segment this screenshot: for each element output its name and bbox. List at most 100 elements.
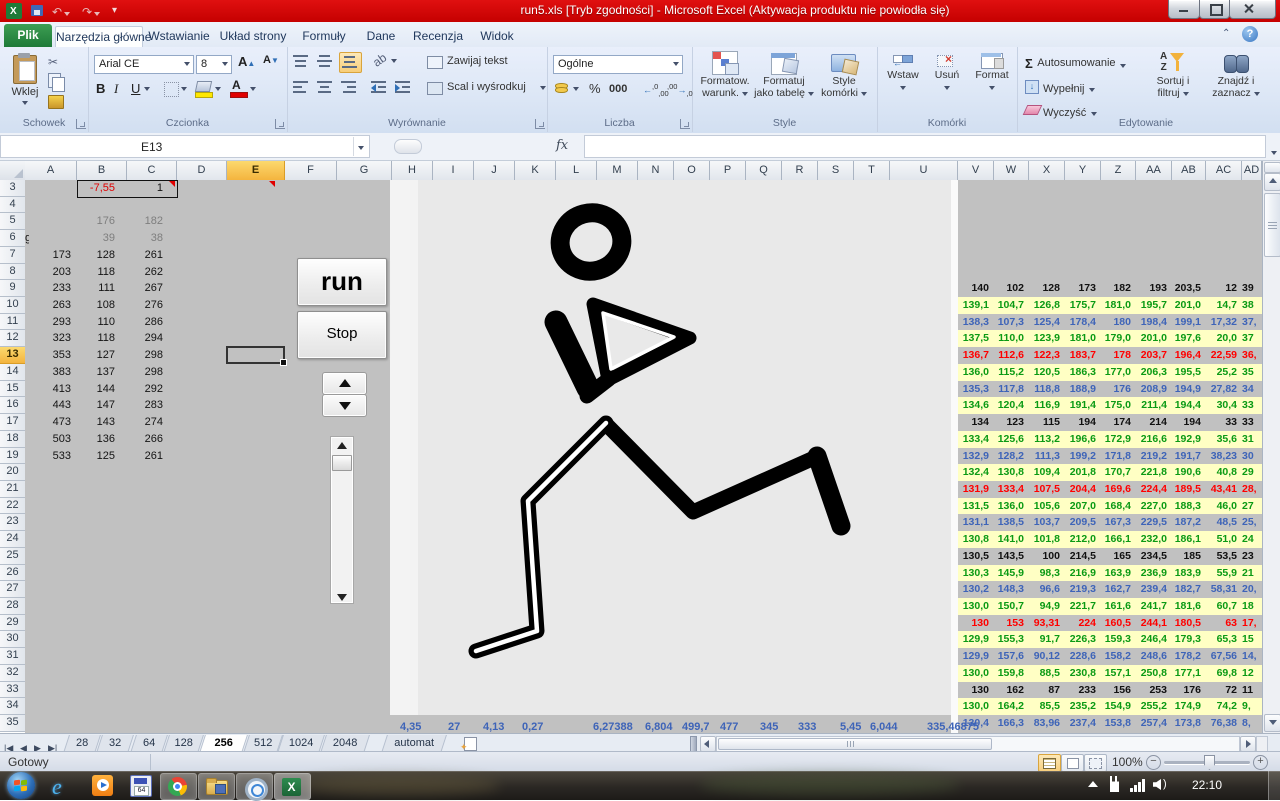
cell[interactable]: 145,9	[994, 565, 1024, 582]
cell[interactable]: 33	[1206, 414, 1237, 431]
cut-icon[interactable]: ✂	[48, 55, 58, 69]
cell[interactable]: 55,9	[1206, 565, 1237, 582]
borders-icon[interactable]	[164, 82, 179, 97]
cell[interactable]: 88,5	[1029, 665, 1060, 682]
scroll-up-button[interactable]	[1264, 173, 1280, 191]
cell[interactable]: 226,3	[1065, 631, 1096, 648]
column-header-O[interactable]: O	[674, 161, 710, 181]
chart-canvas[interactable]	[390, 180, 951, 715]
fill-button[interactable]: ↓ Wypełnij	[1025, 79, 1095, 97]
cell[interactable]: 168,4	[1101, 498, 1131, 515]
name-box[interactable]: E13	[0, 135, 370, 158]
row-header-12[interactable]: 12	[0, 330, 25, 347]
cell[interactable]: 38,23	[1206, 448, 1237, 465]
cell[interactable]: 194	[1172, 414, 1201, 431]
percent-style-button[interactable]: %	[589, 81, 601, 96]
cell[interactable]: 211,4	[1136, 397, 1167, 414]
cell[interactable]: 182,7	[1172, 581, 1201, 598]
row-header-31[interactable]: 31	[0, 648, 25, 665]
cell[interactable]: 181,0	[1065, 330, 1096, 347]
expand-formula-bar-icon[interactable]	[1271, 142, 1277, 160]
cell[interactable]: 147	[77, 397, 115, 414]
cell[interactable]: 194,4	[1172, 397, 1201, 414]
cell[interactable]: 237,4	[1065, 715, 1096, 732]
cell[interactable]: 274	[127, 414, 163, 431]
column-header-I[interactable]: I	[433, 161, 474, 181]
cell[interactable]: 20,	[1242, 581, 1262, 598]
sheet-grid[interactable]: 140102128173182193203,51239139,1104,7126…	[25, 180, 1262, 733]
row-header-7[interactable]: 7	[0, 247, 25, 264]
cell[interactable]: 294	[127, 330, 163, 347]
cell[interactable]: 286	[127, 314, 163, 331]
cell[interactable]: 221,7	[1065, 598, 1096, 615]
cell[interactable]: 177,1	[1172, 665, 1201, 682]
outlined-range-b3c3[interactable]	[77, 180, 178, 198]
cell[interactable]: 214	[1136, 414, 1167, 431]
cell[interactable]: 51,0	[1206, 531, 1237, 548]
currency-dropdown-icon[interactable]	[573, 87, 579, 91]
taskbar-quicktime-button[interactable]	[236, 773, 273, 800]
cell[interactable]: 48,5	[1206, 514, 1237, 531]
cell[interactable]: 102	[994, 280, 1024, 297]
cell[interactable]: 30,4	[1206, 397, 1237, 414]
forms-scrollbar-up-icon[interactable]	[337, 442, 347, 449]
cell[interactable]: 194,9	[1172, 381, 1201, 398]
cell[interactable]: 262	[127, 264, 163, 281]
cell[interactable]: 28,	[1242, 481, 1262, 498]
cell[interactable]: 216,9	[1065, 565, 1096, 582]
cell[interactable]: 90,12	[1029, 648, 1060, 665]
cell-styles-button[interactable]: Stylekomórki	[816, 51, 872, 99]
cell[interactable]: 174,9	[1172, 698, 1201, 715]
cell[interactable]: 174	[1101, 414, 1131, 431]
cell[interactable]: 65,3	[1206, 631, 1237, 648]
cell[interactable]: 234,5	[1136, 548, 1167, 565]
cell[interactable]: 37,	[1242, 314, 1262, 331]
row-header-22[interactable]: 22	[0, 498, 25, 515]
cell[interactable]: 104,7	[994, 297, 1024, 314]
row-header-10[interactable]: 10	[0, 297, 25, 314]
cell[interactable]: 224	[1065, 615, 1096, 632]
align-center-icon[interactable]	[317, 81, 334, 95]
h-scroll-track[interactable]	[716, 736, 1240, 752]
cell[interactable]: 206,3	[1136, 364, 1167, 381]
cell[interactable]: 413	[25, 381, 71, 398]
cell[interactable]: 221,8	[1136, 464, 1167, 481]
font-size-combo[interactable]: 8	[196, 55, 232, 74]
fill-color-dropdown-icon[interactable]	[215, 87, 221, 91]
row-header-4[interactable]: 4	[0, 197, 25, 214]
borders-dropdown-icon[interactable]	[181, 87, 187, 91]
cell[interactable]: 178,4	[1065, 314, 1096, 331]
cell[interactable]: 261	[127, 448, 163, 465]
cell[interactable]: 69,8	[1206, 665, 1237, 682]
currency-icon[interactable]	[555, 81, 569, 95]
tab-formuly[interactable]: Formuły	[296, 26, 352, 47]
run-button[interactable]: run	[297, 258, 387, 306]
cell[interactable]: 173,8	[1172, 715, 1201, 732]
cell[interactable]: 181,6	[1172, 598, 1201, 615]
cell[interactable]: 176	[1101, 381, 1131, 398]
column-header-Q[interactable]: Q	[746, 161, 782, 181]
column-header-B[interactable]: B	[77, 161, 127, 181]
cell[interactable]: 191,4	[1065, 397, 1096, 414]
cell[interactable]: 161,6	[1101, 598, 1131, 615]
cell[interactable]: 72	[1206, 682, 1237, 699]
column-header-AC[interactable]: AC	[1206, 161, 1242, 181]
view-normal-button[interactable]	[1038, 754, 1061, 772]
tab-narzedzia-glowne[interactable]: Narzędzia główne	[55, 26, 143, 48]
align-middle-icon[interactable]	[317, 55, 334, 69]
cell[interactable]: 203,5	[1172, 280, 1201, 297]
cell[interactable]: 159,8	[994, 665, 1024, 682]
cell[interactable]: 34	[1242, 381, 1262, 398]
increase-decimal-icon[interactable]: ←,0,00	[643, 82, 669, 98]
cell[interactable]: 141,0	[994, 531, 1024, 548]
taskbar-chrome-button[interactable]	[160, 773, 197, 800]
cell[interactable]: 239,4	[1136, 581, 1167, 598]
cell[interactable]: 227,0	[1136, 498, 1167, 515]
row-header-8[interactable]: 8	[0, 264, 25, 281]
cell[interactable]: 173	[1065, 280, 1096, 297]
conditional-formatting-button[interactable]: Formatow.warunk.	[696, 51, 754, 99]
schowek-dialog-launcher[interactable]	[76, 119, 86, 129]
cell[interactable]: 276	[127, 297, 163, 314]
h-scroll-left-button[interactable]	[700, 736, 716, 752]
vertical-split-box[interactable]	[1264, 162, 1280, 173]
